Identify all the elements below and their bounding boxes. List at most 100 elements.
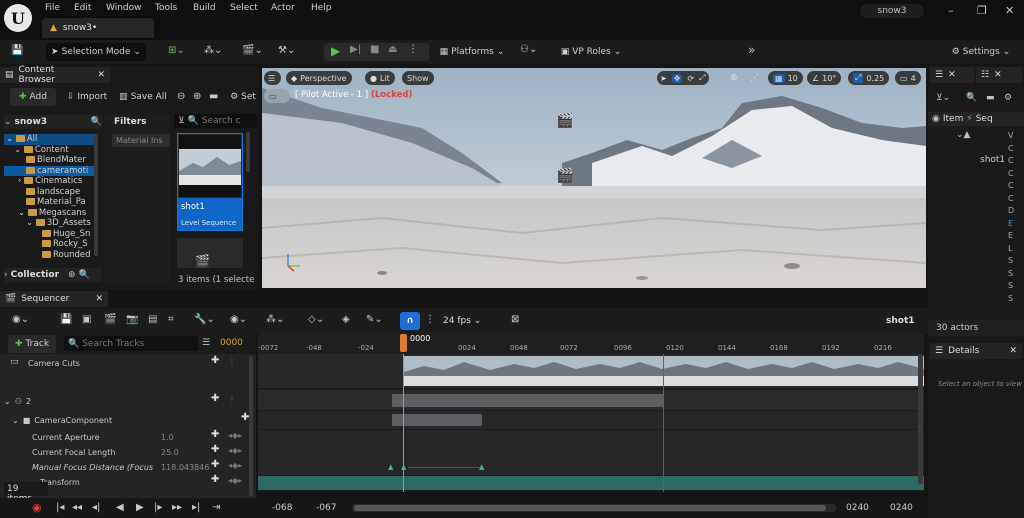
jump-start-icon[interactable]: |◂ xyxy=(56,503,64,513)
modes-icon[interactable]: ⚒⌄ xyxy=(278,46,295,56)
filter-icon[interactable]: ☰ xyxy=(202,338,210,348)
track-value[interactable]: 25.0 xyxy=(161,448,179,457)
track-value[interactable]: 118.043846 xyxy=(161,463,209,472)
filter-chip[interactable]: Material Ins xyxy=(112,134,170,147)
key-nav-icon[interactable]: ◂◆▸ xyxy=(228,476,242,485)
step-forward-icon[interactable]: |▸ xyxy=(154,503,162,513)
history-forward-icon[interactable]: ⊕ xyxy=(193,92,201,102)
timeline-scrubber[interactable] xyxy=(352,504,836,512)
menu-build[interactable]: Build xyxy=(193,3,216,13)
camera-cut-section[interactable] xyxy=(404,356,924,386)
track-search-input[interactable]: 🔍 Search Tracks xyxy=(64,336,198,351)
minimize-icon[interactable]: – xyxy=(948,4,954,17)
working-range-end[interactable]: 0240 xyxy=(846,503,869,513)
camera-speed[interactable]: ▭ 4 xyxy=(895,71,921,85)
step-back-icon[interactable]: ◂| xyxy=(92,503,100,513)
key-marker[interactable]: ▲ xyxy=(479,463,484,471)
asset-scrollbar[interactable] xyxy=(246,132,250,172)
cinematics-icon[interactable]: 🎬⌄ xyxy=(242,46,263,56)
timeline-ruler[interactable]: -0072 -048 -024 0024 0048 0072 0096 0120… xyxy=(258,334,924,354)
search-icon[interactable]: 🔍 xyxy=(966,93,977,103)
asset-tile-partial[interactable]: 🎬 xyxy=(177,238,243,268)
playhead-handle[interactable] xyxy=(400,334,407,352)
add-collection-icon[interactable]: ⊕ xyxy=(68,270,76,280)
key-nav-icon[interactable]: ◂◆▸ xyxy=(228,446,242,455)
multiuser-icon[interactable]: ⚇⌄ xyxy=(520,45,537,55)
tree-item[interactable]: ⌄ All xyxy=(4,134,96,145)
layers-tab[interactable]: ☷ ✕ xyxy=(976,67,1022,83)
viewport-menu-button[interactable]: ☰ xyxy=(264,71,281,85)
menu-edit[interactable]: Edit xyxy=(74,3,91,13)
track-list-scrollbar[interactable] xyxy=(249,356,253,496)
render-movie-icon[interactable]: 🎬 xyxy=(104,315,116,325)
scale-snap[interactable]: ⤢ 0.25 xyxy=(848,71,890,85)
perspective-button[interactable]: ◆ Perspective xyxy=(286,71,352,85)
filter-icon[interactable]: ⊻⌄ xyxy=(936,93,950,103)
content-browser-tab[interactable]: ▤ Content Browser ✕ xyxy=(0,65,110,85)
search-icon[interactable]: 🔍 xyxy=(91,117,102,127)
sequencer-tab[interactable]: 🎬 Sequencer ✕ xyxy=(0,291,108,307)
add-icon[interactable]: ✚ xyxy=(211,393,219,404)
track-options-icon[interactable]: ⋮ xyxy=(228,357,236,366)
folder-open-icon[interactable]: ▬ xyxy=(209,92,218,102)
scrubber-thumb[interactable] xyxy=(354,505,826,511)
track-value[interactable]: 1.0 xyxy=(161,433,174,442)
level-row-icon[interactable]: ⌄▲ xyxy=(956,130,970,140)
view-range-end[interactable]: 0240 xyxy=(890,503,913,513)
stop-icon[interactable]: ■ xyxy=(370,45,379,55)
camera-icon[interactable]: 📷 xyxy=(126,315,138,325)
curve-editor-icon[interactable]: ⊠ xyxy=(511,315,519,325)
binding-section[interactable] xyxy=(392,394,664,407)
search-icon[interactable]: 🔍 xyxy=(79,270,90,280)
tree-item[interactable]: ⌄ Content xyxy=(4,145,96,156)
tree-item[interactable]: landscape xyxy=(4,187,96,198)
asset-tile-shot1[interactable]: shot1 Level Sequence xyxy=(177,133,243,231)
wrench-icon[interactable]: 🔧⌄ xyxy=(194,315,215,325)
save-icon[interactable]: 💾 xyxy=(11,46,23,56)
view-range-start[interactable]: -068 xyxy=(272,503,292,513)
play-icon[interactable]: ▶ xyxy=(331,45,340,57)
level-viewport[interactable]: 🎬 🎬 ☰ ◆ Perspective ● Lit Show ▭ [ Pilot A… xyxy=(262,68,926,288)
outliner-tab[interactable]: ☰ ✕ xyxy=(930,67,974,83)
close-icon[interactable]: ✕ xyxy=(1005,4,1014,17)
snap-magnet-icon[interactable]: ∩ xyxy=(400,312,420,330)
angle-snap[interactable]: ∠ 10° xyxy=(807,71,842,85)
close-tab-icon[interactable]: ✕ xyxy=(95,294,103,304)
add-button[interactable]: ✚ Add xyxy=(10,88,56,106)
world-icon[interactable]: ◉⌄ xyxy=(12,315,29,325)
menu-window[interactable]: Window xyxy=(106,3,142,13)
play-reverse-icon[interactable]: ◀ xyxy=(116,503,124,513)
tree-scrollbar[interactable] xyxy=(94,134,98,256)
world-local-icon[interactable]: ⊛ xyxy=(730,73,738,83)
current-frame-display[interactable]: 0000 xyxy=(220,338,243,348)
key-marker[interactable]: ▲ xyxy=(388,463,393,471)
tree-item[interactable]: Rocky_S xyxy=(4,239,96,250)
vp-roles-dropdown[interactable]: ▣ VP Roles ⌄ xyxy=(552,43,630,61)
asset-search[interactable]: ⊻ 🔍 Search c xyxy=(174,114,258,128)
settings-dropdown[interactable]: ⚙ Settings ⌄ xyxy=(948,43,1014,61)
camera-actor-icon[interactable]: 🎬 xyxy=(556,113,573,129)
camera-actor-icon[interactable]: 🎬 xyxy=(556,168,573,184)
tree-item[interactable]: ⌄ 3D_Assets xyxy=(4,218,96,229)
restore-state-icon[interactable]: ⌗ xyxy=(168,315,174,325)
loop-icon[interactable]: ⇥ xyxy=(212,503,220,513)
menu-actor[interactable]: Actor xyxy=(271,3,295,13)
close-tab-icon[interactable]: ✕ xyxy=(1009,346,1017,356)
tree-item[interactable]: BlendMater xyxy=(4,155,96,166)
scale-tool-icon[interactable]: ⤢ xyxy=(699,73,705,83)
timeline-scrollbar[interactable] xyxy=(918,354,923,484)
menu-file[interactable]: File xyxy=(45,3,60,13)
close-tab-icon[interactable]: ✕ xyxy=(948,70,956,80)
import-button[interactable]: ⇩ Import xyxy=(64,88,110,106)
details-tab[interactable]: ☰ Details ✕ xyxy=(930,343,1022,359)
add-track-button[interactable]: ✚ Track xyxy=(8,335,56,353)
select-tool-icon[interactable]: ➤ xyxy=(660,74,667,83)
start-range-line[interactable] xyxy=(403,354,404,498)
close-tab-icon[interactable]: ✕ xyxy=(994,70,1002,80)
eject-icon[interactable]: ⏏ xyxy=(388,45,397,55)
tree-item[interactable]: Material_Pa xyxy=(4,197,96,208)
surface-snap-icon[interactable]: ⋰ xyxy=(750,73,759,83)
maximize-icon[interactable]: ❐ xyxy=(977,4,987,17)
keyframe-settings-icon[interactable]: ⁂⌄ xyxy=(266,315,284,325)
tree-item[interactable]: › Cinematics xyxy=(4,176,96,187)
